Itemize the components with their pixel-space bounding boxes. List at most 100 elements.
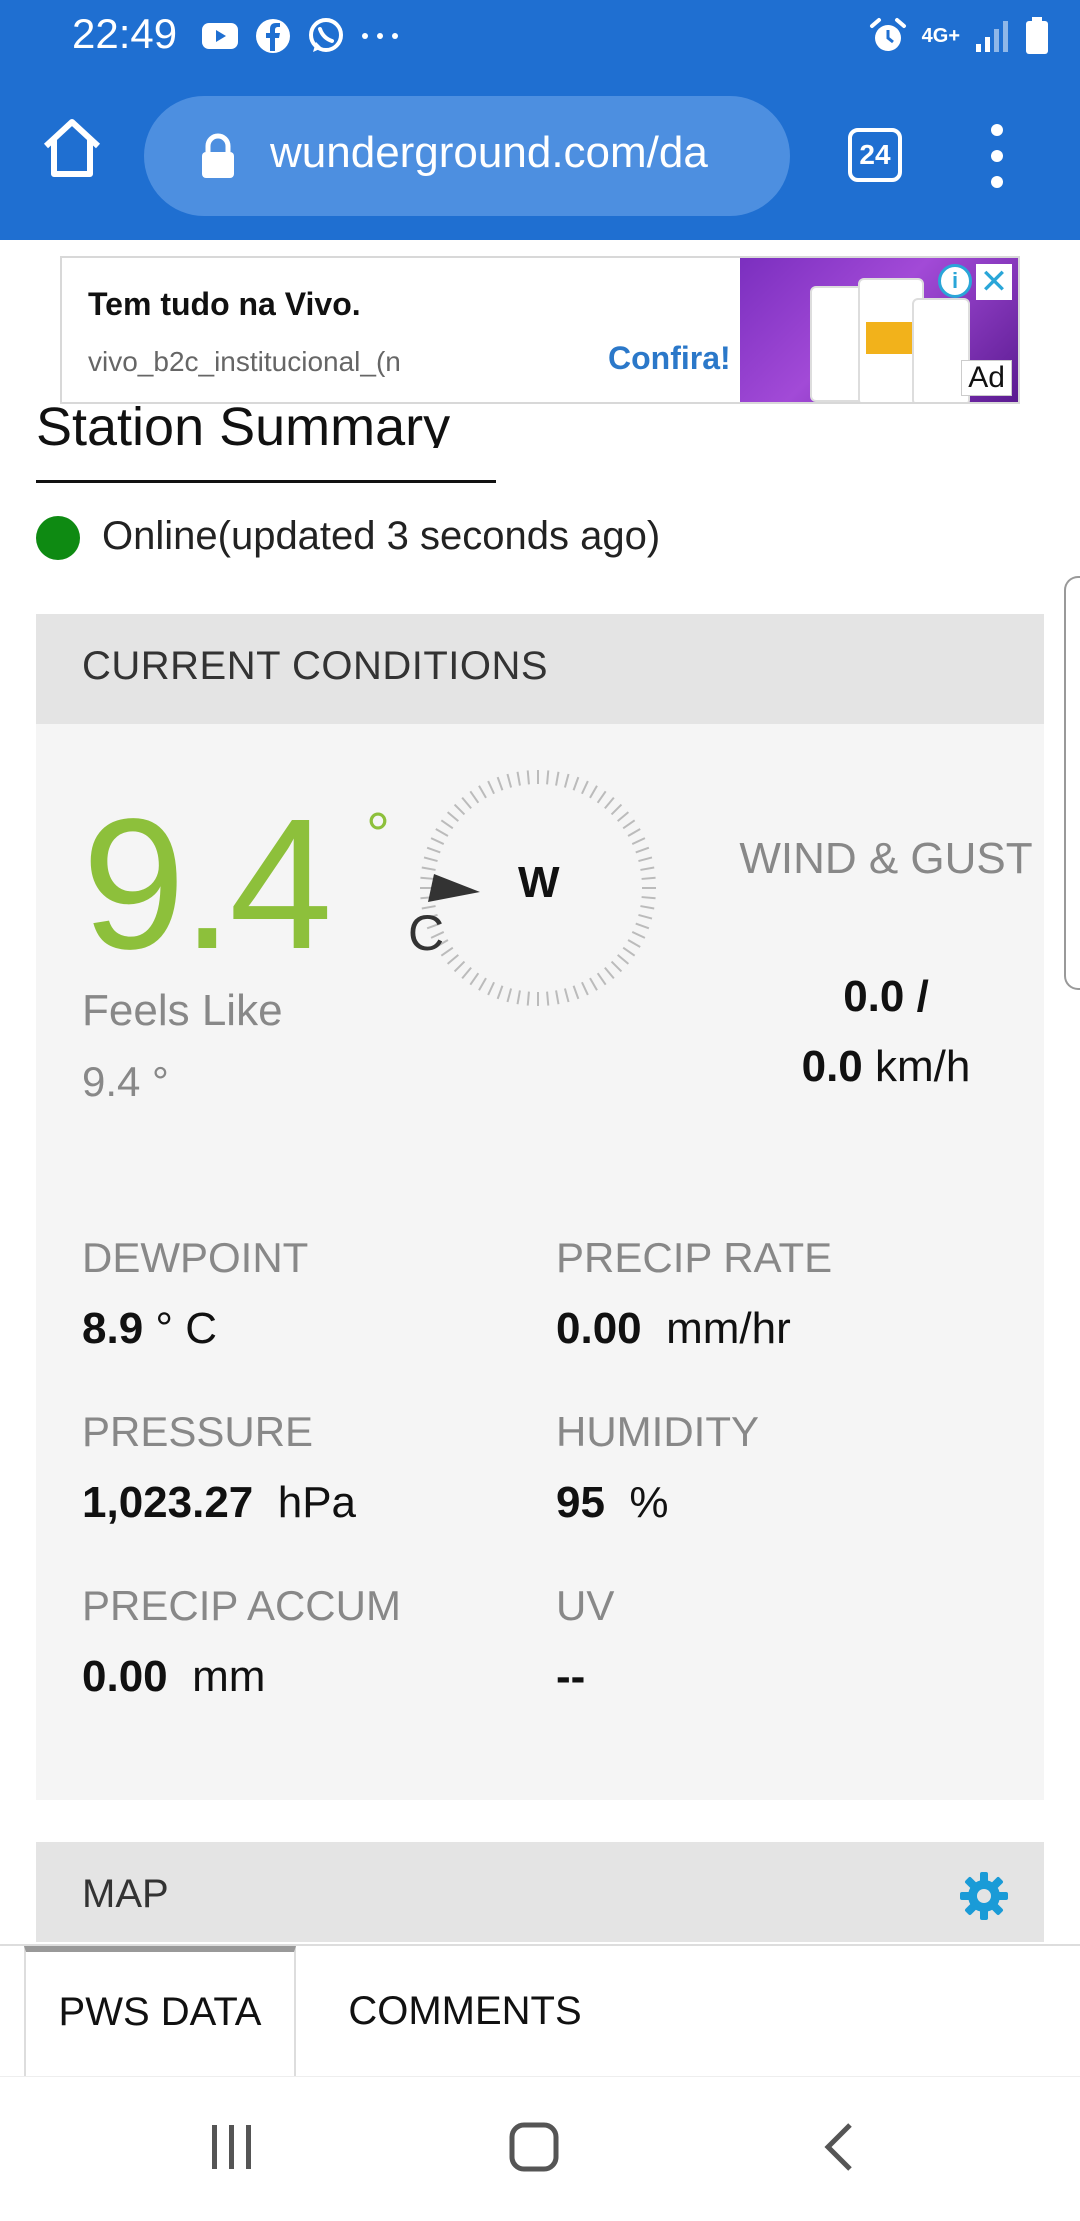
ad-cta-link[interactable]: Confira! [608,340,731,377]
address-bar[interactable]: wunderground.com/da [144,96,790,216]
compass-tick [627,939,641,948]
precip-accum-label: PRECIP ACCUM [82,1582,401,1629]
gear-icon[interactable] [958,1870,1010,1922]
compass-tick [589,977,598,991]
page-title: Station Summary [36,397,451,448]
feels-like-value: 9.4 ° [82,1058,169,1105]
tab-switcher-button[interactable]: 24 [848,128,902,182]
temperature-degree: ° [366,801,390,868]
ad-image[interactable]: i ✕ Ad [740,258,1018,402]
temperature-value: 9.4 [82,781,333,988]
compass-tick [420,876,435,880]
precip-accum-reading: 0.00 mm [82,1652,401,1702]
compass-tick [631,931,646,939]
precip-accum-unit: mm [167,1652,266,1701]
status-time: 22:49 [72,10,178,57]
compass-tick [496,985,504,1000]
system-icons: 4G+ [868,14,1050,58]
wind-direction-label: W [518,858,560,907]
youtube-icon [202,23,238,49]
precip-rate-unit: mm/hr [641,1304,791,1353]
compass-tick [506,773,513,788]
home-nav-icon[interactable] [508,2121,560,2173]
compass-tick [478,977,487,991]
feels-like-label: Feels Like [82,986,283,1035]
compass-tick [469,790,480,804]
ad-info-icon[interactable]: i [938,264,972,298]
compass-tick [589,785,598,799]
compass-tick [596,790,607,804]
battery-icon [1026,17,1048,54]
uv-label: UV [556,1582,615,1629]
ad-close-icon[interactable]: ✕ [976,264,1012,300]
compass-tick [446,954,459,965]
ad-headline: Tem tudo na Vivo. [88,286,361,322]
compass-tick [572,776,580,791]
compass-tick [421,866,436,871]
current-conditions-title: CURRENT CONDITIONS [82,644,549,688]
compass-tick [635,846,650,854]
dewpoint-unit: ° C [143,1304,217,1353]
compass-tick [604,967,615,980]
pressure-stat: PRESSURE 1,023.27 hPa [82,1408,356,1528]
compass-tick [572,985,580,1000]
dewpoint-value: 8.9 [82,1304,144,1353]
compass-tick [635,922,650,930]
gust-number: 0.0 [801,1042,863,1091]
pressure-reading: 1,023.27 hPa [82,1478,356,1528]
precip-accum-value: 0.00 [82,1652,168,1701]
back-icon[interactable] [818,2121,858,2173]
compass-tick [638,856,653,863]
pressure-label: PRESSURE [82,1408,314,1455]
compass-tick [638,913,653,920]
home-icon[interactable] [36,112,108,184]
lock-icon [202,133,234,178]
dewpoint-stat: DEWPOINT 8.9 ° C [82,1234,308,1354]
humidity-reading: 95 % [556,1478,759,1528]
precip-rate-label: PRECIP RATE [556,1234,833,1281]
humidity-stat: HUMIDITY 95 % [556,1408,759,1528]
recent-apps-icon[interactable] [208,2121,256,2173]
facebook-icon [256,19,290,53]
compass-tick [640,866,655,871]
wind-speed-value: 0.0 / [843,972,929,1021]
ad-badge: Ad [961,360,1012,396]
compass-tick [506,988,513,1003]
url-text: wunderground.com/da [270,128,708,177]
compass-tick [430,837,445,845]
network-type: 4G+ [921,25,960,47]
compass-tick [516,990,521,1005]
signal-icon [976,21,1008,52]
ad-banner[interactable]: Tem tudo na Vivo. vivo_b2c_institucional… [60,256,1020,404]
map-section-header: MAP [36,1842,1044,1942]
temperature-unit: C [408,905,445,961]
compass-tick [641,896,656,900]
side-drawer-handle[interactable] [1064,576,1080,990]
compass-tick [487,981,495,996]
compass-tick [604,796,615,809]
precip-rate-value: 0.00 [556,1304,642,1353]
wind-unit: km/h [875,1042,971,1091]
notification-icons [200,14,400,58]
current-conditions-header: CURRENT CONDITIONS [36,614,1044,724]
compass-tick [426,846,441,854]
compass-tick [622,819,636,830]
map-title: MAP [82,1872,169,1916]
compass-tick [469,972,480,986]
compass-tick [526,991,530,1006]
compass-tick [617,954,630,965]
tab-pws-data[interactable]: PWS DATA [24,1946,296,2076]
compass-tick [622,946,636,957]
compass-tick [453,803,466,816]
overflow-menu-icon[interactable] [982,122,1012,190]
page-tabs: PWS DATA COMMENTS [0,1944,1080,2078]
online-status-dot [36,516,80,560]
uv-reading: -- [556,1652,614,1702]
gust-speed-value: 0.0 km/h [736,1042,1036,1092]
tab-comments[interactable]: COMMENTS [300,1946,630,2076]
alarm-icon [869,18,906,51]
compass-tick [526,770,530,785]
compass-tick [546,991,550,1006]
compass-tick [641,876,656,880]
ad-phone-highlight [866,322,912,354]
